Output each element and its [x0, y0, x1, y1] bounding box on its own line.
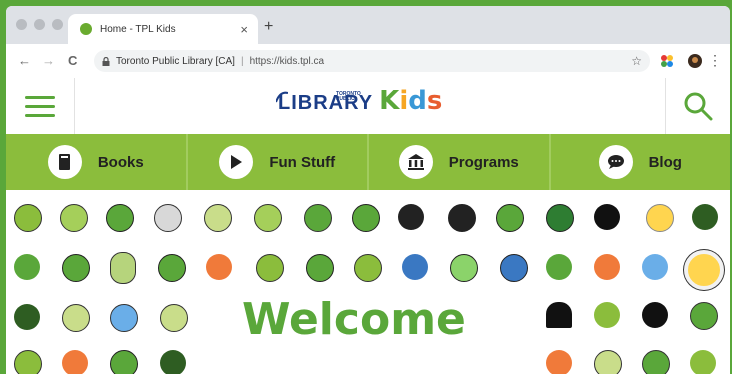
bookmark-star-icon[interactable]: ☆: [631, 54, 642, 68]
cup-icon: [14, 350, 42, 374]
soccer-icon: [306, 254, 334, 282]
egg-icon: [684, 250, 724, 290]
wink-icon: [60, 204, 88, 232]
plant-icon: [690, 350, 716, 374]
nav-fun-stuff[interactable]: Fun Stuff: [188, 134, 369, 190]
music-note-icon: [352, 204, 380, 232]
cat-icon: [154, 204, 182, 232]
nav-blog[interactable]: Blog: [551, 134, 731, 190]
profile-avatar-icon[interactable]: [688, 54, 702, 68]
browser-tab[interactable]: Home - TPL Kids ×: [68, 14, 258, 44]
soccer-ball-icon: [692, 204, 718, 230]
ghost-icon: [546, 302, 572, 328]
back-icon[interactable]: ←: [18, 53, 31, 68]
nav-blog-label: Blog: [648, 153, 682, 171]
tab-title: Home - TPL Kids: [100, 23, 176, 35]
cupcake-icon: [546, 204, 574, 232]
splat-icon: [642, 254, 668, 280]
teapot-icon: [206, 254, 232, 280]
smiley-icon: [14, 204, 42, 232]
book-icon: [47, 145, 82, 179]
bird-icon: [14, 254, 40, 280]
address-bar: ← → C Toronto Public Library [CA] | http…: [6, 44, 730, 79]
scribble-icon: [546, 254, 572, 280]
omnibox[interactable]: Toronto Public Library [CA] | https://ki…: [94, 50, 650, 72]
maximize-window-dot[interactable]: [52, 19, 63, 30]
sunglasses-icon: [106, 204, 134, 232]
bicycle-icon: [398, 204, 424, 230]
tpl-kids-logo[interactable]: TORONTO PUBLIC LIBRARY Kids: [276, 86, 443, 116]
hand-icon: [110, 304, 138, 332]
octopus-icon: [594, 302, 620, 328]
turtle-icon: [642, 350, 670, 374]
clock-icon: [62, 304, 90, 332]
minimize-window-dot[interactable]: [34, 19, 45, 30]
medal-icon: [354, 254, 382, 282]
tomato-icon: [62, 350, 88, 374]
fish-icon: [402, 254, 428, 280]
scribble-ball-icon: [690, 302, 718, 330]
search-button[interactable]: [665, 78, 730, 134]
striped-ball-icon: [62, 254, 90, 282]
nav-books-label: Books: [97, 153, 144, 171]
logo-kids-text: Kids: [379, 86, 443, 116]
welcome-heading: Welcome: [242, 294, 466, 345]
extension-icon[interactable]: [660, 54, 674, 68]
peace-icon: [256, 254, 284, 282]
url-text[interactable]: https://kids.tpl.ca: [250, 56, 324, 67]
window-controls: [16, 19, 63, 30]
url-separator: |: [240, 55, 244, 67]
jar-icon: [110, 252, 136, 284]
sign-icon: [594, 254, 620, 280]
library-logo: TORONTO PUBLIC LIBRARY: [276, 91, 373, 114]
bomb-icon: [158, 254, 186, 282]
tab-close-icon[interactable]: ×: [240, 22, 248, 37]
nav-programs[interactable]: Programs: [369, 134, 551, 190]
decorative-icons-area: Welcome: [6, 190, 730, 374]
orange-icon: [546, 350, 572, 374]
racket-icon: [204, 204, 232, 232]
forward-icon[interactable]: →: [42, 53, 55, 68]
new-tab-button[interactable]: +: [264, 18, 273, 36]
site-header: TORONTO PUBLIC LIBRARY Kids: [6, 78, 730, 135]
hamburger-menu-icon[interactable]: [6, 78, 75, 134]
play-icon: [219, 145, 254, 179]
browser-menu-icon[interactable]: ⋮: [708, 52, 722, 69]
logo-swoosh-icon: [276, 91, 288, 103]
reload-icon[interactable]: C: [68, 53, 77, 68]
browser-window: Home - TPL Kids × + ← → C Toronto Public…: [6, 6, 730, 374]
lock-icon: [102, 56, 110, 66]
magnifier-icon: [110, 350, 138, 374]
pie-icon: [450, 254, 478, 282]
radiation-icon: [448, 204, 476, 232]
favicon-icon: [80, 23, 92, 35]
nav-programs-label: Programs: [448, 153, 519, 171]
tab-bar: Home - TPL Kids × +: [6, 6, 730, 44]
yarn-icon: [14, 304, 40, 330]
fruit-icon: [594, 350, 622, 374]
site-identity: Toronto Public Library [CA]: [116, 55, 235, 67]
lightbulb-icon: [646, 204, 674, 232]
speech-bubble-icon: [598, 145, 633, 179]
record-icon: [642, 302, 668, 328]
close-window-dot[interactable]: [16, 19, 27, 30]
moon-icon: [594, 204, 620, 230]
logo-small-text: TORONTO PUBLIC: [336, 91, 361, 102]
green-dot-icon: [496, 204, 524, 232]
search-icon: [684, 92, 713, 121]
target-icon: [160, 304, 188, 332]
nav-books[interactable]: Books: [6, 134, 188, 190]
planet-icon: [304, 204, 332, 232]
ice-cream-icon: [254, 204, 282, 232]
main-navigation: Books Fun Stuff Programs Blog: [6, 134, 730, 190]
building-icon: [398, 145, 433, 179]
lock-ball-icon: [500, 254, 528, 282]
mesh-ball-icon: [160, 350, 186, 374]
nav-fun-stuff-label: Fun Stuff: [269, 153, 336, 171]
